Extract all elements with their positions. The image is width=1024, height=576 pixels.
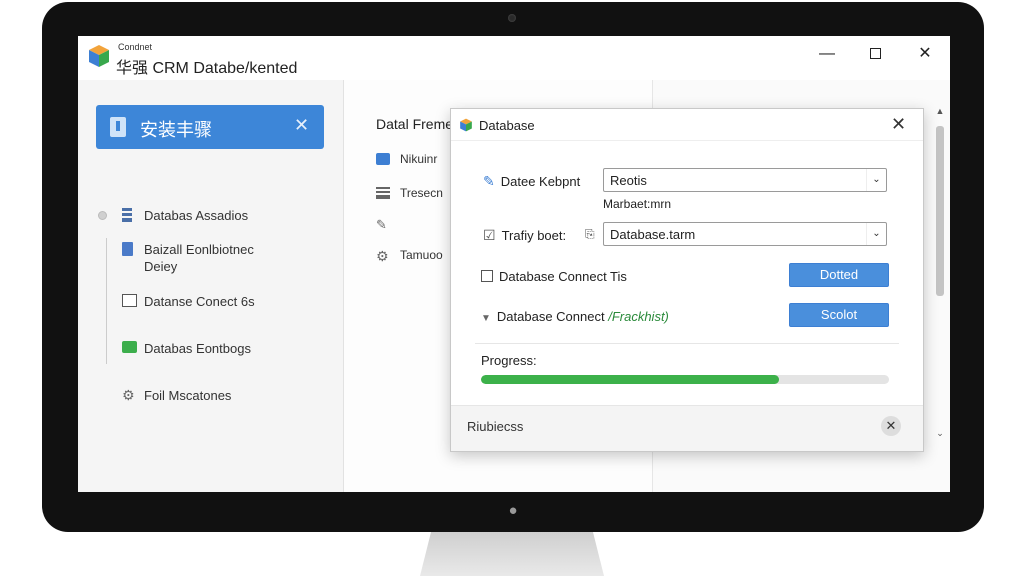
install-banner-close-button[interactable]: ✕ — [294, 115, 309, 136]
dialog-titlebar: Database ✕ — [451, 109, 923, 141]
connect-checkbox-row[interactable]: Database Connect Tis — [481, 269, 627, 284]
dialog-close-button[interactable]: ✕ — [891, 114, 906, 135]
sidebar-item-label: Databas Eontbogs — [144, 341, 251, 356]
middle-panel-heading: Datal Freme — [376, 116, 454, 132]
chevron-down-icon: ⌄ — [866, 169, 886, 191]
document-icon — [122, 242, 133, 256]
pen-icon: ✎ — [376, 217, 387, 232]
sidebar-item-label: Databas Assadios — [144, 208, 249, 223]
close-window-button[interactable]: ✕ — [910, 42, 940, 66]
middle-item-tresecn[interactable]: Tresecn — [376, 186, 443, 200]
maximize-button[interactable] — [860, 42, 890, 66]
field2-label-row: ☑ Trafiy boet: — [483, 227, 566, 244]
window-icon — [122, 294, 137, 307]
triangle-down-icon: ▼ — [481, 313, 491, 324]
middle-item-nikuinr[interactable]: Nikuinr — [376, 152, 437, 166]
shield-icon — [110, 117, 126, 137]
connect-checkbox-label: Database Connect Tis — [499, 269, 627, 284]
maximize-icon — [869, 48, 881, 59]
footer-close-button[interactable]: ✕ — [881, 416, 901, 436]
monitor-bezel: Condnet 华强 CRM Databe/kented — ✕ 安装丰骤 ✕ … — [42, 2, 984, 532]
divider — [475, 343, 899, 344]
connect-checkbox[interactable] — [481, 270, 493, 282]
connect-status: /Frackhist) — [608, 309, 669, 324]
scroll-up-arrow-icon[interactable]: ▲ — [934, 106, 946, 118]
middle-item-tamuoo[interactable]: ⚙ Tamuoo — [376, 248, 443, 264]
chat-icon — [122, 341, 137, 353]
scroll-down-arrow-icon[interactable]: ⌄ — [934, 428, 946, 440]
chevron-down-icon: ⌄ — [866, 223, 886, 245]
middle-item-edit[interactable]: ✎ — [376, 216, 400, 232]
dialog-footer: Riubiecss ✕ — [451, 406, 923, 451]
dialog-title: Database — [479, 118, 535, 133]
scrollbar[interactable]: ▲ ⌄ — [934, 106, 946, 446]
connect-expand-row[interactable]: ▼ Database Connect /Frackhist) — [481, 309, 669, 324]
selected-bullet-icon — [98, 211, 107, 220]
progress-bar-fill — [481, 375, 779, 384]
tree-connector — [106, 238, 107, 364]
database-dialog: Database ✕ ✎ Datee Kebpnt Reotis ⌄ Marbae… — [450, 108, 924, 452]
field2-label: Trafiy boet: — [501, 228, 567, 243]
middle-item-label: Tresecn — [400, 186, 443, 200]
edit-check-icon: ☑ — [483, 227, 496, 243]
monitor-stand — [420, 532, 604, 576]
sidebar-item-label: Baizall Eonlbiotnec — [144, 242, 254, 257]
app-title: 华强 CRM Databe/kented — [116, 60, 298, 77]
document-icon: ⎘ — [585, 227, 595, 241]
app-titlebar: Condnet 华强 CRM Databe/kented — ✕ — [78, 36, 950, 80]
app-logo-icon — [460, 118, 472, 132]
scrollbar-thumb[interactable] — [936, 126, 944, 296]
select-button[interactable]: Scolot — [789, 303, 889, 327]
field1-select[interactable]: Reotis ⌄ — [603, 168, 887, 192]
install-banner[interactable]: 安装丰骤 ✕ — [96, 105, 324, 149]
camera-dot — [508, 14, 516, 22]
pen-icon: ✎ — [483, 173, 495, 189]
footer-label: Riubiecss — [467, 419, 524, 434]
dotted-button[interactable]: Dotted — [789, 263, 889, 287]
field2-value: Database.tarm — [610, 227, 696, 242]
field1-value: Reotis — [610, 173, 647, 188]
sidebar-item-sublabel: Deiey — [144, 259, 178, 274]
minimize-button[interactable]: — — [812, 42, 842, 66]
database-icon — [376, 187, 390, 199]
progress-label: Progress: — [481, 353, 537, 368]
field1-label: Datee Kebpnt — [500, 174, 581, 189]
field2-select[interactable]: Database.tarm ⌄ — [603, 222, 887, 246]
field1-sublabel: Marbaet:mrn — [603, 197, 672, 211]
gear-icon: ⚙ — [122, 387, 135, 403]
middle-item-label: Tamuoo — [400, 248, 443, 262]
app-logo-icon — [89, 45, 109, 67]
connect-expand-label: Database Connect — [496, 309, 605, 324]
left-sidebar: 安装丰骤 ✕ Databas Assadios Baizall Eonlbiot… — [78, 80, 344, 492]
progress-bar — [481, 375, 889, 384]
screen: Condnet 华强 CRM Databe/kented — ✕ 安装丰骤 ✕ … — [78, 36, 950, 492]
apple-logo-icon: ● — [508, 502, 518, 519]
folder-icon — [376, 153, 390, 165]
database-icon — [122, 208, 132, 222]
field1-label-row: ✎ Datee Kebpnt — [483, 173, 580, 190]
app-small-label: Condnet — [118, 42, 153, 52]
sidebar-item-label: Datanse Conect 6s — [144, 294, 255, 309]
middle-item-label: Nikuinr — [400, 152, 438, 166]
gear-icon: ⚙ — [376, 248, 389, 264]
sidebar-item-label: Foil Mscatones — [144, 388, 232, 403]
install-banner-label: 安装丰骤 — [140, 120, 212, 140]
